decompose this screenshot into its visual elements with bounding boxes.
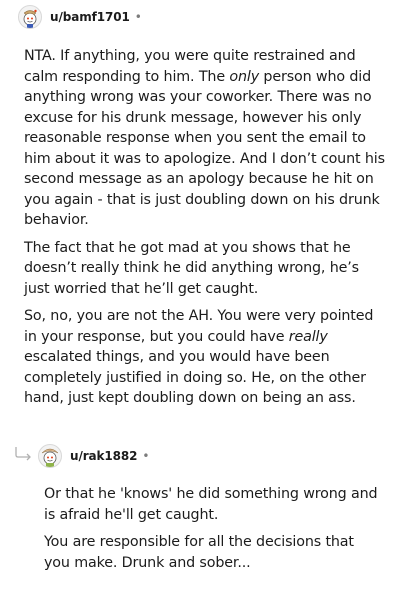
comment-paragraph: So, no, you are not the AH. You were ver…: [24, 308, 374, 406]
snoo-avatar-icon[interactable]: [38, 444, 62, 468]
username[interactable]: u/bamf1701: [50, 10, 130, 24]
snoo-avatar-icon[interactable]: [18, 5, 42, 29]
comment-body: Or that he 'knows' he did something wron…: [44, 484, 384, 580]
comment-paragraph: The fact that he got mad at you shows th…: [24, 239, 359, 297]
comment-paragraph: NTA. If anything, you were quite restrai…: [24, 48, 385, 228]
meta-separator: •: [142, 449, 150, 463]
comment-body: NTA. If anything, you were quite restrai…: [24, 46, 386, 416]
comment-header: u/bamf1701 •: [18, 3, 142, 31]
comment-paragraph: You are responsible for all the decision…: [44, 534, 354, 571]
username[interactable]: u/rak1882: [70, 449, 138, 463]
reply-arrow-icon: [14, 446, 34, 466]
meta-separator: •: [134, 10, 142, 24]
comment-paragraph: Or that he 'knows' he did something wron…: [44, 486, 378, 523]
emphasis-text: only: [229, 68, 260, 85]
emphasis-text: really: [288, 328, 328, 345]
comment-header: u/rak1882 •: [38, 442, 150, 470]
